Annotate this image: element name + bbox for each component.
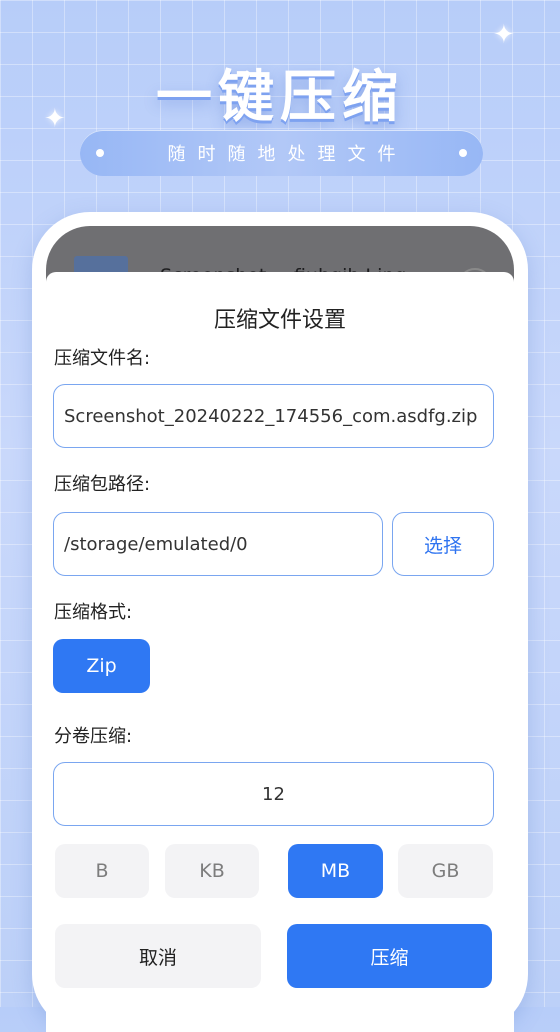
unit-mb-button[interactable]: MB (288, 844, 383, 898)
compress-settings-dialog: 压缩文件设置 压缩文件名: Screenshot_20240222_174556… (46, 272, 514, 1032)
dialog-title: 压缩文件设置 (213, 308, 346, 333)
sparkle-icon: ✦ (493, 20, 515, 50)
choose-path-button[interactable]: 选择 (392, 512, 494, 576)
hero-title: 一键压缩 (156, 65, 404, 130)
split-size-value: 12 (262, 783, 285, 805)
format-zip-button[interactable]: Zip (53, 639, 150, 693)
split-size-input[interactable]: 12 (53, 762, 494, 826)
subtitle-text: 随时随地处理文件 (167, 144, 408, 165)
split-label: 分卷压缩: (54, 726, 133, 747)
path-value: /storage/emulated/0 (64, 533, 248, 555)
filename-label: 压缩文件名: (54, 348, 151, 369)
format-label: 压缩格式: (54, 602, 133, 623)
compress-button[interactable]: 压缩 (287, 924, 492, 988)
filename-value: Screenshot_20240222_174556_com.asdfg.zip (64, 405, 478, 427)
subtitle-pill: 随时随地处理文件 (80, 130, 483, 176)
unit-b-button[interactable]: B (55, 844, 149, 898)
unit-kb-button[interactable]: KB (165, 844, 259, 898)
unit-gb-button[interactable]: GB (398, 844, 493, 898)
dot-icon (96, 149, 104, 157)
filename-input[interactable]: Screenshot_20240222_174556_com.asdfg.zip (53, 384, 494, 448)
path-label: 压缩包路径: (54, 474, 151, 495)
path-input[interactable]: /storage/emulated/0 (53, 512, 383, 576)
cancel-button[interactable]: 取消 (55, 924, 261, 988)
dot-icon (459, 149, 467, 157)
